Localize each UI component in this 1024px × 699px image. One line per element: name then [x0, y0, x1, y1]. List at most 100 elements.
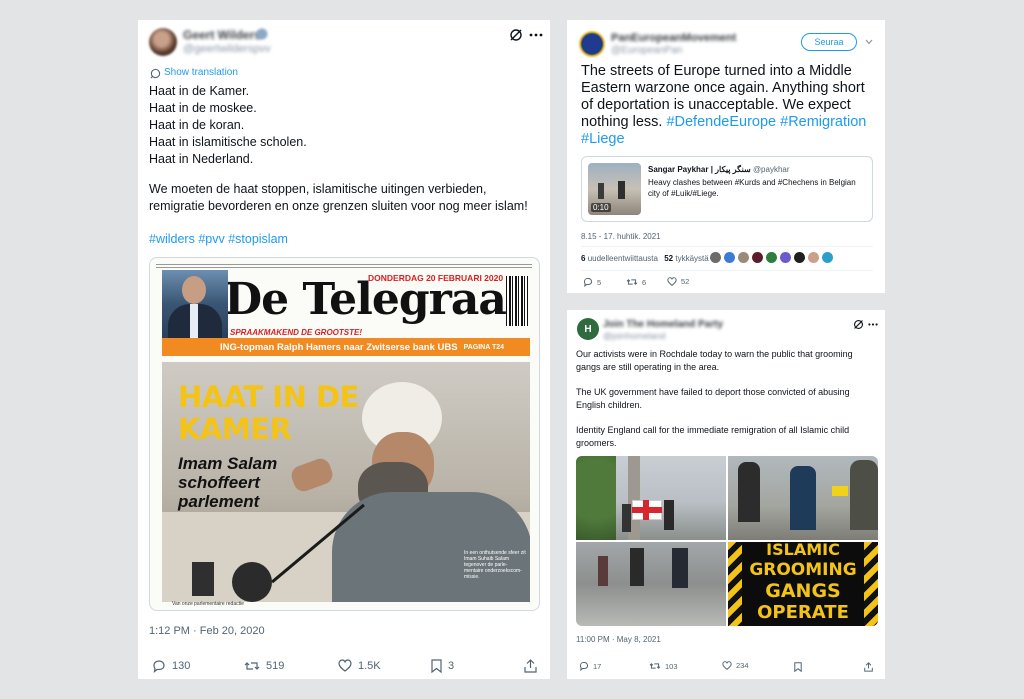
newspaper-sub-1: Imam Salam: [178, 454, 278, 473]
author-handle[interactable]: @EuropeanPan: [611, 45, 682, 56]
text-line: Haat in islamitische scholen.: [149, 135, 307, 149]
liker-avatar: [724, 252, 735, 263]
reply-action[interactable]: 17: [579, 661, 601, 671]
bookmark-icon: [431, 659, 442, 673]
newspaper-photo-caption: In een onthutsende sfeer zit Imam Suhaib…: [464, 550, 526, 580]
reply-icon: [583, 277, 593, 287]
author-name[interactable]: Geert Wilders: [183, 28, 261, 42]
text-line: Haat in de koran.: [149, 118, 245, 132]
reply-count: 17: [593, 661, 602, 671]
quoted-video-thumb[interactable]: 0:10: [588, 163, 641, 215]
media-photo-2[interactable]: [728, 456, 878, 540]
author-name[interactable]: PanEuropeanMovement: [611, 32, 736, 44]
retweets-label: uudelleentwiittausta: [587, 254, 658, 263]
liker-avatars[interactable]: [710, 252, 833, 263]
banner-line: GANGS: [765, 580, 841, 602]
retweets-count[interactable]: 6: [581, 254, 585, 263]
liker-avatar: [710, 252, 721, 263]
follow-button[interactable]: Seuraa: [801, 33, 857, 51]
reply-icon: [579, 661, 589, 671]
bookmark-count: 3: [448, 660, 455, 672]
engagement-divider: [581, 270, 873, 271]
tweet-paragraph: The UK government have failed to deport …: [576, 387, 850, 410]
tweet-timestamp[interactable]: 11:00 PM · May 8, 2021: [576, 635, 661, 644]
reply-count: 130: [172, 660, 191, 672]
quoted-text: Heavy clashes between #Kurds and #Cheche…: [648, 178, 856, 198]
tweet-paragraph: We moeten de haat stoppen, islamitische …: [149, 182, 528, 213]
liker-avatar: [780, 252, 791, 263]
grok-icon[interactable]: [852, 318, 864, 330]
media-photo-banner[interactable]: ISLAMIC GROOMING GANGS OPERATE: [728, 542, 878, 626]
retweet-action[interactable]: 103: [649, 661, 678, 671]
tweet-text-lines: Haat in de Kamer. Haat in de moskee. Haa…: [149, 83, 307, 168]
media-photo-1[interactable]: [576, 456, 726, 540]
newspaper-byline: Van onze parlementaire redactie: [172, 601, 244, 607]
engagement-divider: [581, 246, 873, 247]
liker-avatar: [738, 252, 749, 263]
like-count: 234: [736, 661, 749, 670]
translate-icon[interactable]: [149, 67, 161, 79]
chevron-down-icon[interactable]: [864, 37, 874, 47]
quoted-author-name-alt: سنگر پیکار: [715, 165, 751, 174]
tweet-timestamp[interactable]: 8.15 - 17. huhtik. 2021: [581, 232, 661, 241]
share-icon[interactable]: [523, 659, 537, 673]
quoted-author-handle[interactable]: @paykhar: [753, 165, 790, 174]
newspaper-teaser-bar: ING-topman Ralph Hamers naar Zwitserse b…: [162, 338, 530, 356]
tweet-card-homeland: H Join The Homeland Party @joinhomeland …: [567, 310, 885, 679]
newspaper-teaser-page: PAGINA T24: [463, 343, 505, 351]
quoted-author-name[interactable]: Sangar Paykhar |: [648, 165, 713, 174]
text-line: Haat in de moskee.: [149, 101, 257, 115]
verified-badge-icon: [256, 28, 268, 40]
likes-count[interactable]: 52: [664, 254, 673, 263]
engagement-stats: 6 uudelleentwiittausta 52 tykkäystä: [581, 254, 709, 263]
tweet-paragraph: Our activists were in Rochdale today to …: [576, 349, 853, 372]
like-count: 1.5K: [358, 659, 381, 672]
bookmark-action[interactable]: 3: [431, 659, 454, 673]
media-photo-3[interactable]: [576, 542, 726, 626]
tweet-text: The streets of Europe turned into a Midd…: [581, 63, 873, 148]
like-action[interactable]: 52: [667, 277, 689, 286]
author-handle[interactable]: @geertwilderspvv: [183, 43, 271, 55]
reply-action[interactable]: 5: [583, 277, 601, 287]
heart-icon: [667, 277, 677, 286]
author-avatar[interactable]: [149, 28, 177, 56]
tweet-card-wilders: Geert Wilders @geertwilderspvv Show tran…: [138, 20, 550, 679]
tweet-media-newspaper[interactable]: DONDERDAG 20 FEBRUARI 2020 De Telegraaf …: [149, 257, 540, 611]
retweet-count: 6: [642, 277, 647, 287]
tweet-hashtags[interactable]: #wilders #pvv #stopislam: [149, 232, 288, 246]
liker-avatar: [808, 252, 819, 263]
like-action[interactable]: 234: [722, 661, 749, 670]
retweet-count: 519: [266, 660, 285, 672]
author-avatar[interactable]: H: [577, 318, 599, 340]
author-avatar[interactable]: [579, 31, 605, 57]
video-duration: 0:10: [591, 203, 611, 212]
newspaper-tagline: SPRAAKMAKEND DE GROOTSTE!: [230, 328, 363, 337]
newspaper-headline-2: KAMER: [178, 412, 292, 446]
retweet-action[interactable]: 519: [244, 659, 284, 673]
like-action[interactable]: 1.5K: [338, 659, 381, 672]
banner-line: OPERATE: [757, 602, 849, 623]
text-line: Haat in Nederland.: [149, 152, 254, 166]
retweet-action[interactable]: 6: [626, 277, 646, 287]
reply-icon: [152, 659, 166, 673]
show-translation-link[interactable]: Show translation: [164, 67, 238, 78]
share-icon[interactable]: [863, 661, 873, 672]
retweet-icon: [244, 659, 260, 673]
liker-avatar: [766, 252, 777, 263]
liker-avatar: [794, 252, 805, 263]
newspaper-topline: [156, 264, 532, 268]
like-count: 52: [681, 277, 690, 286]
retweet-count: 103: [665, 661, 678, 671]
tweet-media-grid[interactable]: ISLAMIC GROOMING GANGS OPERATE: [576, 456, 878, 626]
author-handle[interactable]: @joinhomeland: [603, 331, 666, 341]
reply-action[interactable]: 130: [152, 659, 190, 673]
author-name[interactable]: Join The Homeland Party: [603, 319, 723, 330]
more-options-icon[interactable]: [867, 318, 879, 330]
quoted-tweet[interactable]: 0:10 Sangar Paykhar | سنگر پیکار @paykha…: [581, 156, 873, 222]
tweet-timestamp[interactable]: 1:12 PM · Feb 20, 2020: [149, 625, 265, 637]
barcode-icon: [506, 276, 528, 326]
text-line: Haat in de Kamer.: [149, 84, 250, 98]
bookmark-icon[interactable]: [793, 661, 803, 672]
more-options-icon[interactable]: [528, 27, 544, 43]
grok-icon[interactable]: [508, 27, 524, 43]
